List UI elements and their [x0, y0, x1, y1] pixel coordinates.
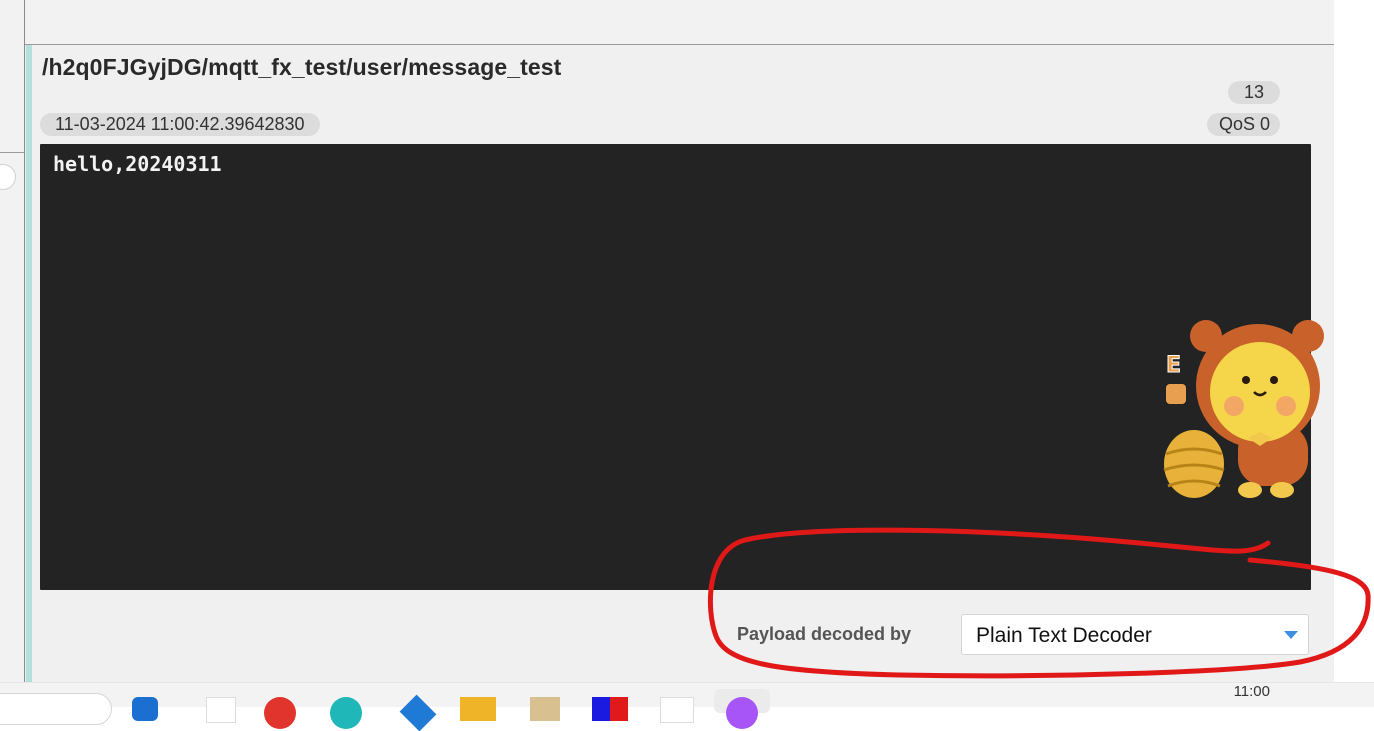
left-panel-strip: [0, 0, 25, 682]
taskbar: 11:00: [0, 682, 1374, 731]
taskbar-app-icon[interactable]: [592, 697, 628, 721]
qos-badge: QoS 0: [1206, 113, 1280, 136]
message-timestamp-badge: 11-03-2024 11:00:42.39642830: [40, 113, 320, 136]
chevron-down-icon: [1284, 631, 1298, 639]
message-accent-bar: [26, 45, 32, 682]
top-bar: [0, 0, 1334, 45]
taskbar-app-icon[interactable]: [132, 697, 158, 721]
message-topic: /h2q0FJGyjDG/mqtt_fx_test/user/message_t…: [42, 54, 562, 80]
payload-text: hello,20240311: [53, 152, 222, 176]
payload-viewer[interactable]: hello,20240311: [40, 144, 1311, 590]
taskbar-clock[interactable]: 11:00: [1234, 683, 1270, 700]
bear-sticker-image: E: [1163, 320, 1324, 498]
taskbar-app-icon[interactable]: [399, 694, 437, 731]
taskbar-app-icon[interactable]: [264, 697, 296, 729]
taskbar-app-icon[interactable]: [660, 697, 694, 723]
taskbar-app-icon[interactable]: [726, 697, 758, 729]
taskbar-app-icon[interactable]: [460, 697, 496, 721]
taskbar-search-box[interactable]: [0, 693, 112, 725]
decoder-label: Payload decoded by: [736, 624, 911, 644]
taskbar-app-icon[interactable]: [330, 697, 362, 729]
taskbar-app-icon[interactable]: [206, 697, 236, 723]
taskbar-app-icon[interactable]: [530, 697, 560, 721]
decoder-select[interactable]: Plain Text Decoder: [961, 614, 1309, 655]
left-panel-divider: [0, 152, 24, 153]
message-viewer: /h2q0FJGyjDG/mqtt_fx_test/user/message_t…: [0, 0, 1334, 682]
message-count-badge: 13: [1227, 81, 1280, 104]
svg-text:E: E: [1166, 353, 1181, 378]
decoder-selected-value: Plain Text Decoder: [976, 624, 1152, 647]
